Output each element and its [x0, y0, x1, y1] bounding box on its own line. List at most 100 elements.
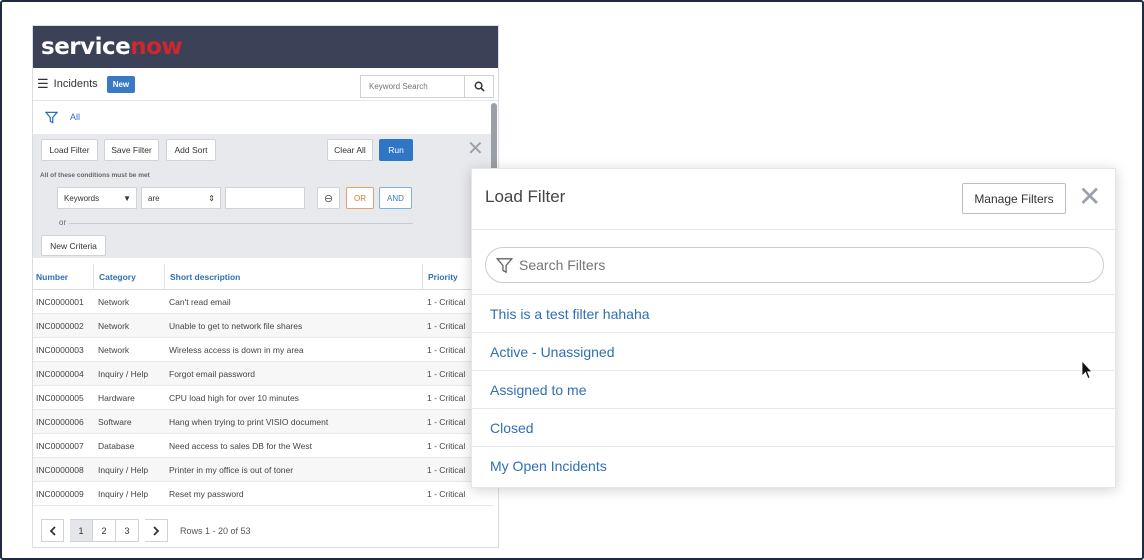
cell-short-description: Can't read email — [169, 296, 231, 307]
keyword-search-input[interactable] — [361, 76, 464, 97]
and-button[interactable]: AND — [379, 187, 412, 209]
cell-category: Network — [98, 296, 130, 307]
servicenow-window: servicenow ☰ Incidents New All Load Filt… — [32, 25, 499, 548]
cell-number[interactable]: INC0000007 — [33, 441, 93, 451]
pagination: 1 2 3 Rows 1 - 20 of 53 — [33, 512, 493, 547]
cell-priority: 1 - Critical — [427, 488, 466, 499]
table-row[interactable]: INC0000009 Inquiry / Help Reset my passw… — [33, 482, 493, 506]
column-header-number[interactable]: Number — [33, 272, 93, 282]
add-sort-button[interactable]: Add Sort — [166, 139, 216, 161]
or-divider — [68, 223, 413, 224]
cell-category: Inquiry / Help — [98, 464, 149, 475]
cell-category: Hardware — [98, 392, 135, 403]
minus-circle-icon[interactable]: ⊖ — [317, 187, 340, 209]
table-row[interactable]: INC0000004 Inquiry / Help Forgot email p… — [33, 362, 493, 386]
table-header-row: Number Category Short description Priori… — [33, 263, 493, 290]
list-title: Incidents — [53, 78, 98, 90]
list-item[interactable]: Closed — [472, 408, 1117, 446]
table-row[interactable]: INC0000006 Software Hang when trying to … — [33, 410, 493, 434]
cell-short-description: Forgot email password — [169, 368, 255, 379]
cell-category: Inquiry / Help — [98, 368, 149, 379]
caret-down-icon: ▼ — [123, 193, 131, 203]
cell-short-description: Need access to sales DB for the West — [169, 440, 312, 451]
hamburger-icon[interactable]: ☰ — [37, 76, 49, 92]
column-header-short-description[interactable]: Short description — [164, 263, 422, 290]
cell-category: Inquiry / Help — [98, 488, 149, 499]
chevron-right-icon[interactable] — [145, 519, 168, 542]
table-row[interactable]: INC0000001 Network Can't read email 1 - … — [33, 290, 493, 314]
run-button[interactable]: Run — [379, 139, 413, 161]
filter-panel: Load Filter Save Filter Add Sort Clear A… — [33, 134, 493, 258]
cell-category: Software — [98, 416, 132, 427]
load-filter-button[interactable]: Load Filter — [41, 139, 98, 161]
chevron-left-icon[interactable] — [41, 519, 64, 542]
manage-filters-button[interactable]: Manage Filters — [962, 183, 1066, 214]
funnel-icon — [496, 257, 513, 273]
saved-filter-list: This is a test filter hahaha Active - Un… — [472, 294, 1117, 484]
servicenow-logo[interactable]: servicenow — [41, 34, 183, 60]
app-banner: servicenow — [33, 26, 498, 68]
list-item[interactable]: My Open Incidents — [472, 446, 1117, 484]
cell-short-description: Reset my password — [169, 488, 244, 499]
list-header: ☰ Incidents New — [33, 68, 498, 101]
cell-short-description: CPU load high for over 10 minutes — [169, 392, 299, 403]
cell-number[interactable]: INC0000006 — [33, 417, 93, 427]
table-row[interactable]: INC0000002 Network Unable to get to netw… — [33, 314, 493, 338]
mouse-pointer-icon — [1081, 360, 1093, 380]
operator-select-value: are — [148, 193, 160, 203]
or-separator-label: or — [56, 218, 70, 227]
page-button-3[interactable]: 3 — [116, 519, 139, 542]
funnel-icon[interactable] — [45, 111, 58, 124]
list-item[interactable]: Assigned to me — [472, 370, 1117, 408]
cell-number[interactable]: INC0000008 — [33, 465, 93, 475]
cell-category: Database — [98, 440, 135, 451]
close-icon[interactable]: ✕ — [1078, 182, 1101, 212]
table-row[interactable]: INC0000008 Inquiry / Help Printer in my … — [33, 458, 493, 482]
breadcrumb-all[interactable]: All — [70, 112, 80, 122]
cell-category: Network — [98, 344, 130, 355]
cell-number[interactable]: INC0000001 — [33, 297, 93, 307]
breadcrumb: All — [33, 101, 498, 133]
load-filter-modal: Load Filter Manage Filters ✕ This is a t… — [471, 168, 1117, 488]
page-button-1[interactable]: 1 — [70, 519, 93, 542]
page-button-2[interactable]: 2 — [93, 519, 116, 542]
cell-number[interactable]: INC0000005 — [33, 393, 93, 403]
close-icon[interactable]: ✕ — [467, 139, 484, 159]
field-select[interactable]: Keywords ▼ — [57, 187, 137, 209]
cell-number[interactable]: INC0000009 — [33, 489, 93, 499]
column-header-category[interactable]: Category — [93, 263, 164, 290]
incidents-table: Number Category Short description Priori… — [33, 263, 493, 506]
save-filter-button[interactable]: Save Filter — [104, 139, 159, 161]
updown-arrows-icon: ⇕ — [208, 193, 215, 203]
list-item[interactable]: This is a test filter hahaha — [472, 294, 1117, 332]
modal-title: Load Filter — [485, 187, 566, 206]
cell-short-description: Unable to get to network file shares — [169, 320, 303, 331]
search-icon[interactable] — [464, 76, 493, 97]
or-button[interactable]: OR — [346, 187, 374, 209]
cell-short-description: Hang when trying to print VISIO document — [169, 416, 329, 427]
search-filters-input[interactable] — [519, 257, 1079, 273]
cell-number[interactable]: INC0000004 — [33, 369, 93, 379]
value-input[interactable] — [225, 187, 305, 209]
operator-select[interactable]: are ⇕ — [141, 187, 221, 209]
logo-now-text: now — [130, 34, 183, 60]
clear-all-button[interactable]: Clear All — [327, 139, 373, 161]
keyword-search — [360, 75, 494, 98]
screen-frame: servicenow ☰ Incidents New All Load Filt… — [0, 0, 1144, 560]
conditions-label: All of these conditions must be met — [40, 172, 150, 179]
table-row[interactable]: INC0000005 Hardware CPU load high for ov… — [33, 386, 493, 410]
search-filters-field — [485, 247, 1104, 283]
modal-divider — [472, 229, 1117, 230]
cell-category: Network — [98, 320, 130, 331]
table-row[interactable]: INC0000003 Network Wireless access is do… — [33, 338, 493, 362]
new-button[interactable]: New — [106, 75, 136, 93]
table-row[interactable]: INC0000007 Database Need access to sales… — [33, 434, 493, 458]
new-criteria-button[interactable]: New Criteria — [41, 235, 106, 256]
cell-short-description: Printer in my office is out of toner — [169, 464, 294, 475]
cell-number[interactable]: INC0000003 — [33, 345, 93, 355]
list-item[interactable]: Active - Unassigned — [472, 332, 1117, 370]
cell-short-description: Wireless access is down in my area — [169, 344, 304, 355]
rows-count-text: Rows 1 - 20 of 53 — [180, 525, 251, 536]
logo-service-text: service — [41, 34, 131, 60]
cell-number[interactable]: INC0000002 — [33, 321, 93, 331]
